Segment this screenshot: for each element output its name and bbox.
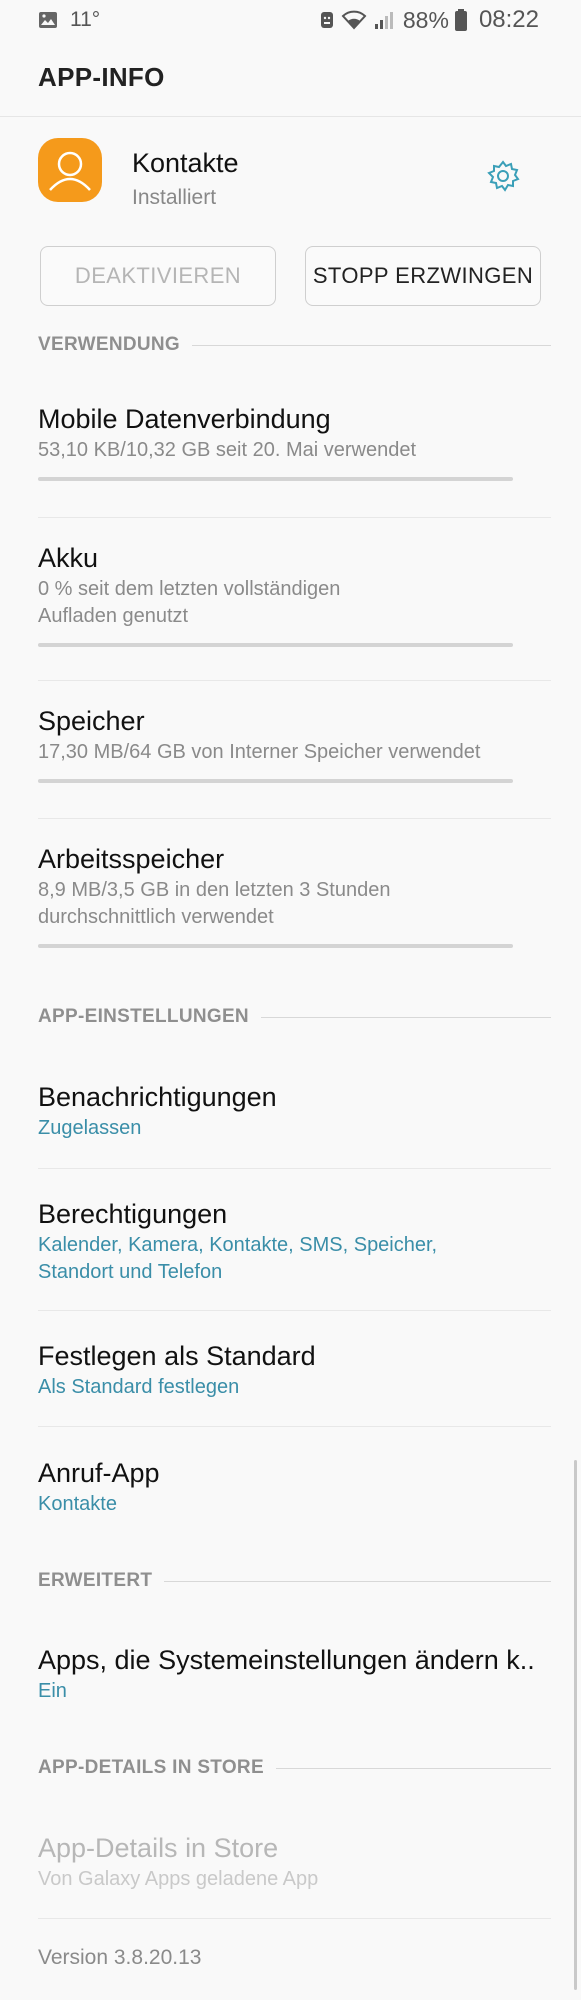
status-right: 88% 08:22 — [319, 6, 539, 34]
deactivate-button[interactable]: DEAKTIVIEREN — [40, 246, 276, 306]
usage-item-mobile-data[interactable]: Mobile Datenverbindung 53,10 KB/10,32 GB… — [38, 402, 551, 481]
status-left: 11° — [38, 8, 100, 32]
item-title: Arbeitsspeicher — [38, 844, 225, 874]
item-title: Anruf-App — [38, 1458, 160, 1488]
item-subtitle: 17,30 MB/64 GB von Interner Speicher ver… — [38, 741, 481, 763]
app-status: Installiert — [132, 186, 217, 209]
usage-progress-bar — [38, 477, 513, 481]
image-icon — [38, 11, 58, 29]
status-bar: 11° 88% 08:22 — [0, 0, 581, 42]
item-subtitle: Kalender, Kamera, Kontakte, SMS, Speiche… — [38, 1234, 438, 1256]
version-text: Version 3.8.20.13 — [38, 1946, 202, 1969]
section-app-settings: APP-EINSTELLUNGEN — [38, 1006, 551, 1028]
item-title: Akku — [38, 543, 99, 573]
app-header: APP-INFO — [0, 42, 581, 117]
section-usage-label: VERWENDUNG — [38, 334, 180, 355]
section-store: APP-DETAILS IN STORE — [38, 1757, 551, 1779]
item-subtitle: 8,9 MB/3,5 GB in den letzten 3 Stunden — [38, 879, 391, 901]
item-subtitle-line2: Standort und Telefon — [38, 1261, 223, 1283]
item-subtitle-line2: Aufladen genutzt — [38, 605, 189, 627]
item-title: Benachrichtigungen — [38, 1082, 277, 1112]
item-subtitle: Als Standard festlegen — [38, 1376, 240, 1398]
divider — [38, 1310, 551, 1311]
temperature: 11° — [70, 8, 101, 31]
item-subtitle: Ein — [38, 1680, 67, 1702]
divider-line — [275, 1767, 551, 1769]
item-title: Speicher — [38, 706, 145, 736]
settings-item-permissions[interactable]: Berechtigungen Kalender, Kamera, Kontakt… — [38, 1197, 551, 1285]
contacts-app-icon — [38, 138, 102, 202]
divider-line — [164, 1580, 551, 1582]
usage-item-battery[interactable]: Akku 0 % seit dem letzten vollständigen … — [38, 541, 551, 647]
item-subtitle: Von Galaxy Apps geladene App — [38, 1868, 319, 1890]
app-info-block: Kontakte Installiert — [38, 134, 543, 214]
usage-progress-bar — [38, 779, 513, 783]
divider — [38, 1918, 551, 1919]
divider-line — [192, 344, 551, 346]
section-store-label: APP-DETAILS IN STORE — [38, 1757, 264, 1778]
item-subtitle: Kontakte — [38, 1493, 117, 1515]
divider — [38, 1168, 551, 1169]
wifi-icon — [341, 10, 367, 30]
settings-item-call-app[interactable]: Anruf-App Kontakte — [38, 1456, 551, 1517]
divider — [38, 818, 551, 819]
settings-item-set-default[interactable]: Festlegen als Standard Als Standard fest… — [38, 1339, 551, 1400]
scrollbar[interactable] — [574, 1460, 577, 1990]
advanced-item-system-settings[interactable]: Apps, die Systemeinstellungen ändern k..… — [38, 1643, 551, 1704]
section-app-settings-label: APP-EINSTELLUNGEN — [38, 1006, 249, 1027]
item-title: Apps, die Systemeinstellungen ändern k.. — [38, 1645, 535, 1675]
section-advanced-label: ERWEITERT — [38, 1570, 153, 1591]
usage-item-memory[interactable]: Arbeitsspeicher 8,9 MB/3,5 GB in den let… — [38, 842, 551, 948]
usage-progress-bar — [38, 944, 513, 948]
divider — [38, 1426, 551, 1427]
item-subtitle: 53,10 KB/10,32 GB seit 20. Mai verwendet — [38, 439, 416, 461]
app-settings-gear-icon[interactable] — [485, 158, 521, 194]
item-subtitle-line2: durchschnittlich verwendet — [38, 906, 274, 928]
clock: 08:22 — [478, 6, 539, 33]
section-usage: VERWENDUNG — [38, 334, 551, 356]
item-subtitle: 0 % seit dem letzten vollständigen — [38, 578, 341, 600]
android-icon — [319, 10, 335, 30]
battery-icon — [454, 9, 467, 31]
item-subtitle: Zugelassen — [38, 1117, 142, 1139]
divider — [38, 680, 551, 681]
force-stop-button[interactable]: STOPP ERZWINGEN — [305, 246, 541, 306]
item-title: Mobile Datenverbindung — [38, 404, 331, 434]
item-title: Berechtigungen — [38, 1199, 228, 1229]
usage-item-storage[interactable]: Speicher 17,30 MB/64 GB von Interner Spe… — [38, 704, 551, 783]
section-advanced: ERWEITERT — [38, 1570, 551, 1592]
signal-icon — [373, 10, 393, 30]
item-title: App-Details in Store — [38, 1833, 279, 1863]
page-title: APP-INFO — [38, 62, 165, 92]
app-name: Kontakte — [132, 148, 239, 178]
item-title: Festlegen als Standard — [38, 1341, 316, 1371]
settings-item-notifications[interactable]: Benachrichtigungen Zugelassen — [38, 1080, 551, 1141]
divider — [38, 517, 551, 518]
battery-percent: 88% — [402, 6, 449, 33]
divider-line — [260, 1016, 551, 1018]
store-item-app-details: App-Details in Store Von Galaxy Apps gel… — [38, 1831, 551, 1892]
usage-progress-bar — [38, 643, 513, 647]
